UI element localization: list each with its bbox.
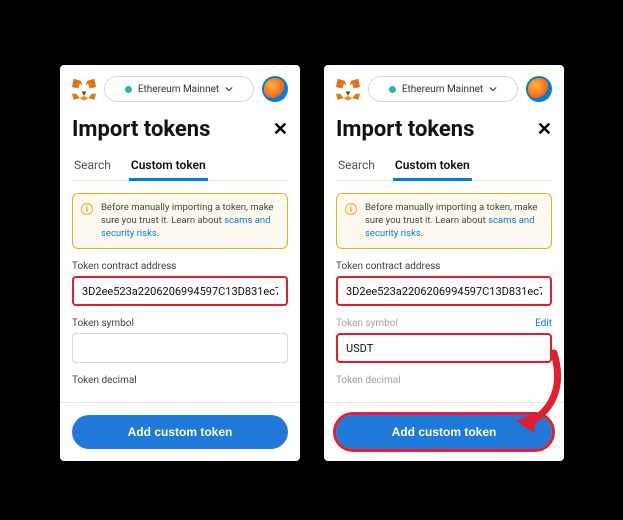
metamask-fox-icon (336, 78, 360, 100)
network-name: Ethereum Mainnet (138, 84, 219, 95)
info-icon: i (345, 203, 357, 215)
token-address-input[interactable] (72, 276, 288, 306)
wallet-screen-step1: Ethereum Mainnet Import tokens ✕ Search … (60, 65, 300, 461)
chevron-down-icon (489, 85, 497, 93)
wallet-screen-step2: Ethereum Mainnet Import tokens ✕ Search … (324, 65, 564, 461)
top-bar: Ethereum Mainnet (336, 75, 552, 103)
tabs: Search Custom token (72, 152, 288, 181)
address-label: Token contract address (336, 261, 552, 272)
add-custom-token-button[interactable]: Add custom token (72, 415, 288, 449)
title-row: Import tokens ✕ (72, 117, 288, 142)
close-icon[interactable]: ✕ (273, 121, 288, 139)
footer: Add custom token (72, 394, 288, 449)
symbol-label: Token symbol (72, 318, 288, 329)
warning-banner: i Before manually importing a token, mak… (336, 193, 552, 249)
page-title: Import tokens (336, 117, 474, 142)
title-row: Import tokens ✕ (336, 117, 552, 142)
network-selector[interactable]: Ethereum Mainnet (368, 76, 518, 102)
network-status-dot (125, 86, 132, 93)
tab-custom-token[interactable]: Custom token (129, 152, 208, 181)
top-bar: Ethereum Mainnet (72, 75, 288, 103)
network-name: Ethereum Mainnet (402, 84, 483, 95)
token-symbol-input[interactable] (336, 333, 552, 363)
tab-search[interactable]: Search (336, 152, 377, 180)
decimal-label: Token decimal (336, 375, 552, 386)
decimal-label: Token decimal (72, 375, 288, 386)
chevron-down-icon (225, 85, 233, 93)
token-symbol-input[interactable] (72, 333, 288, 363)
footer: Add custom token (336, 394, 552, 449)
close-icon[interactable]: ✕ (537, 121, 552, 139)
address-label: Token contract address (72, 261, 288, 272)
divider (324, 402, 564, 403)
warning-text-after: . (421, 228, 424, 239)
tab-custom-token[interactable]: Custom token (393, 152, 472, 181)
token-address-input[interactable] (336, 276, 552, 306)
info-icon: i (81, 203, 93, 215)
metamask-fox-icon (72, 78, 96, 100)
tab-search[interactable]: Search (72, 152, 113, 180)
symbol-label: Token symbol (336, 318, 398, 329)
network-status-dot (389, 86, 396, 93)
network-selector[interactable]: Ethereum Mainnet (104, 76, 254, 102)
page-title: Import tokens (72, 117, 210, 142)
warning-text-after: . (157, 228, 160, 239)
warning-banner: i Before manually importing a token, mak… (72, 193, 288, 249)
edit-symbol-link[interactable]: Edit (535, 318, 552, 329)
account-avatar[interactable] (526, 76, 552, 102)
divider (60, 402, 300, 403)
tabs: Search Custom token (336, 152, 552, 181)
add-custom-token-button[interactable]: Add custom token (336, 415, 552, 449)
account-avatar[interactable] (262, 76, 288, 102)
